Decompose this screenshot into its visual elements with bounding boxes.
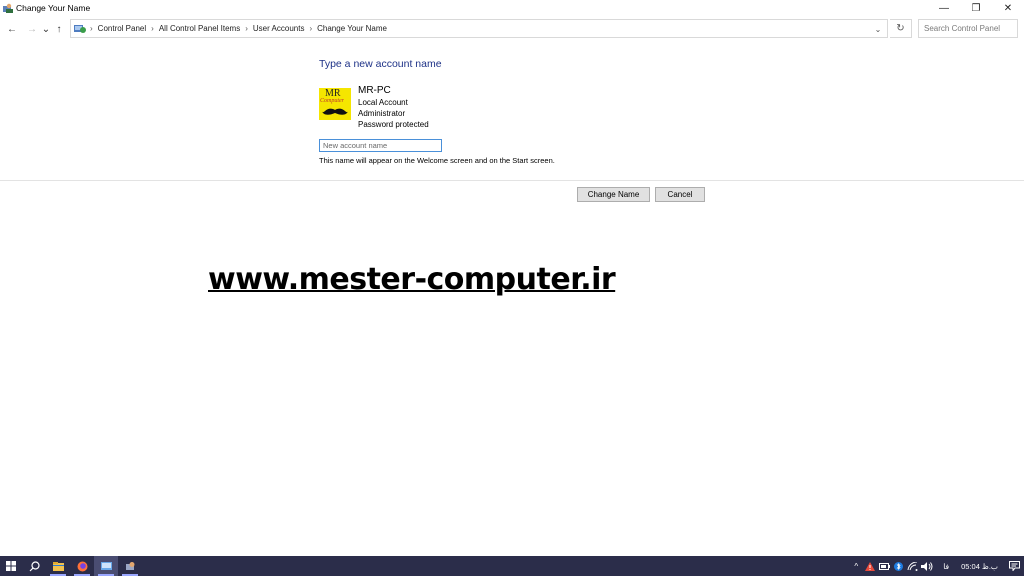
search-input[interactable] bbox=[924, 24, 1016, 33]
breadcrumb-separator: › bbox=[90, 24, 93, 33]
control-panel-icon bbox=[74, 23, 86, 34]
up-button[interactable]: ↑ bbox=[52, 21, 66, 37]
notification-center-icon[interactable] bbox=[1004, 556, 1024, 576]
window-controls: — ❐ ✕ bbox=[928, 0, 1024, 16]
wifi-icon[interactable] bbox=[906, 556, 918, 576]
recent-locations-button[interactable]: ⌄ bbox=[41, 21, 51, 37]
back-button[interactable]: ← bbox=[5, 21, 19, 37]
restore-button[interactable]: ❐ bbox=[960, 0, 992, 16]
account-type: Local Account bbox=[358, 98, 408, 107]
clock-period[interactable]: ب.ظ bbox=[982, 562, 998, 571]
firefox-icon[interactable] bbox=[70, 556, 94, 576]
hint-text: This name will appear on the Welcome scr… bbox=[319, 156, 555, 165]
avatar: MR Computer bbox=[319, 88, 351, 120]
refresh-button[interactable]: ↻ bbox=[890, 19, 912, 38]
breadcrumb-control-panel[interactable]: Control Panel bbox=[98, 24, 146, 33]
breadcrumb-separator: › bbox=[309, 24, 313, 33]
minimize-button[interactable]: — bbox=[928, 0, 960, 16]
battery-icon[interactable] bbox=[878, 556, 890, 576]
taskbar: ^ فا 05:04 ب.ظ bbox=[0, 556, 1024, 576]
show-hidden-icons-button[interactable]: ^ bbox=[850, 556, 862, 576]
breadcrumb-change-your-name[interactable]: Change Your Name bbox=[317, 24, 387, 33]
mustache-icon bbox=[322, 108, 348, 115]
user-accounts-icon bbox=[3, 3, 13, 13]
cancel-button[interactable]: Cancel bbox=[655, 187, 705, 202]
breadcrumb-separator: › bbox=[151, 24, 154, 33]
breadcrumb-user-accounts[interactable]: User Accounts bbox=[253, 24, 305, 33]
account-name: MR-PC bbox=[358, 85, 391, 96]
control-panel-icon[interactable] bbox=[94, 556, 118, 576]
change-name-button[interactable]: Change Name bbox=[577, 187, 650, 202]
watermark-text: www.mester-computer.ir bbox=[208, 262, 616, 297]
clock-time[interactable]: 05:04 bbox=[961, 562, 980, 571]
navigation-bar: ← → ⌄ ↑ › Control Panel › All Control Pa… bbox=[0, 18, 1024, 40]
system-tray: ^ فا 05:04 ب.ظ bbox=[849, 556, 1024, 576]
settings-app-icon[interactable] bbox=[118, 556, 142, 576]
divider bbox=[0, 180, 1024, 181]
address-dropdown-button[interactable]: ⌄ bbox=[871, 22, 885, 36]
bluetooth-icon[interactable] bbox=[892, 556, 904, 576]
breadcrumb-separator: › bbox=[245, 24, 248, 33]
start-icon[interactable] bbox=[0, 556, 22, 576]
file-explorer-icon[interactable] bbox=[46, 556, 70, 576]
address-bar[interactable]: › Control Panel › All Control Panel Item… bbox=[70, 19, 888, 38]
keyboard-language-indicator[interactable]: فا bbox=[943, 562, 949, 571]
title-bar: Change Your Name — ❐ ✕ bbox=[0, 0, 1024, 16]
volume-icon[interactable] bbox=[920, 556, 934, 576]
breadcrumb-all-items[interactable]: All Control Panel Items bbox=[159, 24, 240, 33]
search-icon[interactable] bbox=[22, 556, 46, 576]
page-heading: Type a new account name bbox=[319, 58, 442, 70]
warning-icon[interactable] bbox=[864, 556, 876, 576]
avatar-text-bottom: Computer bbox=[320, 98, 344, 104]
window-title: Change Your Name bbox=[16, 3, 91, 13]
account-role: Administrator bbox=[358, 109, 406, 118]
search-box[interactable] bbox=[918, 19, 1018, 38]
new-account-name-input[interactable] bbox=[319, 139, 442, 152]
close-button[interactable]: ✕ bbox=[992, 0, 1024, 16]
forward-button[interactable]: → bbox=[25, 21, 39, 37]
account-security: Password protected bbox=[358, 120, 429, 129]
